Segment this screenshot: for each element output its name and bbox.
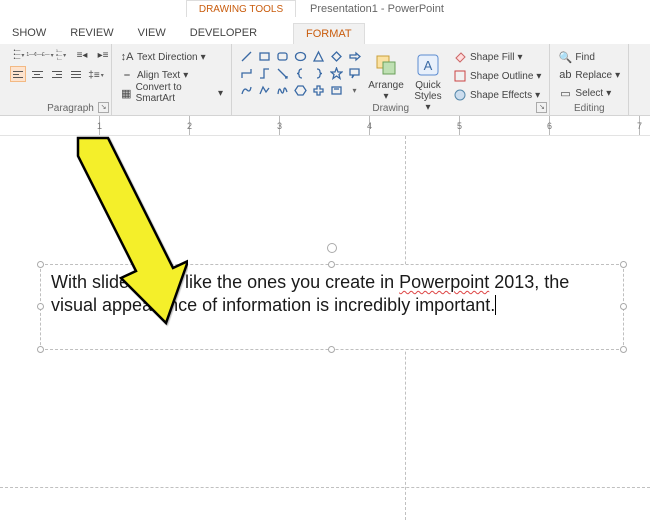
shape-outline-button[interactable]: Shape Outline▾	[451, 67, 543, 85]
align-center-button[interactable]	[29, 66, 45, 82]
shape-callout[interactable]	[346, 65, 363, 81]
numbering-button[interactable]: ▾	[31, 46, 49, 64]
replace-icon: ab	[558, 68, 572, 82]
find-button[interactable]: 🔍Find	[556, 48, 622, 66]
shape-textbox-icon[interactable]	[328, 82, 345, 98]
title-bar: DRAWING TOOLS Presentation1 - PowerPoint	[0, 0, 650, 22]
select-icon: ▭	[558, 86, 572, 100]
resize-handle-t[interactable]	[328, 261, 335, 268]
shape-arrow-r[interactable]	[346, 48, 363, 64]
align-right-button[interactable]	[49, 66, 65, 82]
horizontal-ruler[interactable]: 1 2 3 4 5 6 7	[0, 116, 650, 136]
tab-review[interactable]: REVIEW	[58, 23, 125, 43]
text-direction-button[interactable]: ↕AText Direction▾	[118, 48, 225, 66]
shape-conn2[interactable]	[256, 65, 273, 81]
app-title: Presentation1 - PowerPoint	[310, 3, 444, 15]
quick-styles-icon: A	[413, 50, 443, 80]
smartart-icon: ▦	[120, 86, 133, 100]
resize-handle-bl[interactable]	[37, 346, 44, 353]
resize-handle-tl[interactable]	[37, 261, 44, 268]
tab-view[interactable]: VIEW	[126, 23, 178, 43]
resize-handle-l[interactable]	[37, 303, 44, 310]
arrange-button[interactable]: Arrange▾	[367, 48, 405, 102]
align-left-button[interactable]	[10, 66, 26, 82]
shape-scribble[interactable]	[274, 82, 291, 98]
shape-brace-l[interactable]	[292, 65, 309, 81]
rotate-handle[interactable]	[327, 243, 337, 253]
decrease-indent-button[interactable]: ≡◂	[73, 46, 91, 64]
shape-diamond[interactable]	[328, 48, 345, 64]
group-editing: 🔍Find abReplace▾ ▭Select▾ Editing	[550, 44, 629, 115]
group-label-drawing: Drawing	[232, 103, 549, 114]
shape-outline-icon	[453, 69, 467, 83]
resize-handle-b[interactable]	[328, 346, 335, 353]
group-label-paragraph: Paragraph	[4, 103, 111, 114]
shape-effects-icon	[453, 88, 467, 102]
resize-handle-tr[interactable]	[620, 261, 627, 268]
resize-handle-br[interactable]	[620, 346, 627, 353]
shape-conn1[interactable]	[238, 65, 255, 81]
replace-button[interactable]: abReplace▾	[556, 66, 622, 84]
text-direction-icon: ↕A	[120, 50, 134, 64]
group-paragraph: ▾ ▾ ▾ ≡◂ ▸≡ ‡≡▾ Paragraph ↘	[4, 44, 112, 115]
shapes-gallery[interactable]: ▾	[238, 48, 363, 98]
shape-curve[interactable]	[238, 82, 255, 98]
group-paragraph-extra: ↕AText Direction▾ ⎯Align Text▾ ▦Convert …	[112, 44, 232, 115]
shape-triangle[interactable]	[310, 48, 327, 64]
bullets-button[interactable]: ▾	[10, 46, 28, 64]
resize-handle-r[interactable]	[620, 303, 627, 310]
shape-fill-button[interactable]: Shape Fill▾	[451, 48, 543, 66]
tab-show[interactable]: SHOW	[0, 23, 58, 43]
line-spacing-button[interactable]: ‡≡▾	[87, 66, 105, 84]
text-box[interactable]: With slideshows like the ones you create…	[40, 264, 624, 350]
shape-fill-icon	[453, 50, 467, 64]
select-button[interactable]: ▭Select▾	[556, 84, 622, 102]
shape-plus[interactable]	[310, 82, 327, 98]
find-icon: 🔍	[558, 50, 572, 64]
convert-smartart-button[interactable]: ▦Convert to SmartArt▾	[118, 84, 225, 102]
drawing-dialog-launcher[interactable]: ↘	[536, 102, 547, 113]
ribbon: ▾ ▾ ▾ ≡◂ ▸≡ ‡≡▾ Paragraph ↘ ↕AText Direc…	[0, 44, 650, 116]
shape-hexagon[interactable]	[292, 82, 309, 98]
shape-effects-button[interactable]: Shape Effects▾	[451, 86, 543, 104]
context-tab-drawing-tools: DRAWING TOOLS	[186, 0, 296, 17]
tab-format[interactable]: FORMAT	[293, 23, 365, 44]
shapes-more[interactable]: ▾	[346, 82, 363, 98]
svg-text:A: A	[424, 58, 433, 73]
textbox-content[interactable]: With slideshows like the ones you create…	[41, 265, 623, 324]
align-text-icon: ⎯	[120, 68, 134, 82]
group-drawing: ▾ Arrange▾ A Quick Styles▾ Shape Fill▾ S…	[232, 44, 550, 115]
shape-freeform[interactable]	[256, 82, 273, 98]
ribbon-tabs: SHOW REVIEW VIEW DEVELOPER FORMAT	[0, 22, 650, 44]
shape-brace-r[interactable]	[310, 65, 327, 81]
shape-oval[interactable]	[292, 48, 309, 64]
tab-developer[interactable]: DEVELOPER	[178, 23, 269, 43]
horizontal-guide	[0, 487, 650, 488]
group-label-editing: Editing	[550, 103, 628, 114]
align-justify-button[interactable]	[68, 66, 84, 82]
arrange-icon	[371, 50, 401, 80]
shape-rect[interactable]	[256, 48, 273, 64]
shape-star[interactable]	[328, 65, 345, 81]
paragraph-dialog-launcher[interactable]: ↘	[98, 102, 109, 113]
shape-roundrect[interactable]	[274, 48, 291, 64]
increase-indent-button[interactable]: ▸≡	[94, 46, 112, 64]
shape-line[interactable]	[238, 48, 255, 64]
slide-canvas[interactable]: With slideshows like the ones you create…	[0, 136, 650, 520]
multilevel-list-button[interactable]: ▾	[52, 46, 70, 64]
shape-conn3[interactable]	[274, 65, 291, 81]
